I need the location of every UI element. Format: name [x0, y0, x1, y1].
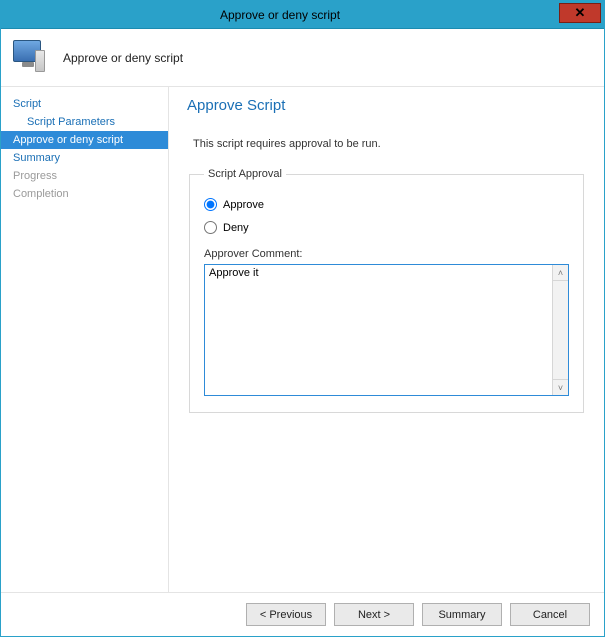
wizard-step: Progress [1, 167, 168, 185]
approver-comment-input[interactable] [205, 265, 552, 395]
wizard-content: Approve Script This script requires appr… [169, 87, 604, 592]
scroll-down-icon[interactable]: ˅ [553, 379, 568, 395]
comment-scrollbar[interactable]: ˄ ˅ [552, 265, 568, 395]
deny-radio-row[interactable]: Deny [204, 221, 569, 234]
approve-radio-row[interactable]: Approve [204, 198, 569, 211]
header-title: Approve or deny script [63, 51, 183, 65]
comment-label: Approver Comment: [204, 248, 569, 260]
page-subtext: This script requires approval to be run. [187, 138, 586, 150]
scroll-up-icon[interactable]: ˄ [553, 265, 568, 281]
wizard-footer: < Previous Next > Summary Cancel [1, 592, 604, 636]
wizard-step[interactable]: Approve or deny script [1, 131, 168, 149]
wizard-step[interactable]: Script Parameters [1, 113, 168, 131]
approve-label: Approve [223, 199, 264, 211]
deny-label: Deny [223, 222, 249, 234]
wizard-header: Approve or deny script [1, 29, 604, 87]
wizard-steps-sidebar: ScriptScript ParametersApprove or deny s… [1, 87, 169, 592]
cancel-button[interactable]: Cancel [510, 603, 590, 626]
wizard-step[interactable]: Summary [1, 149, 168, 167]
next-button[interactable]: Next > [334, 603, 414, 626]
deny-radio[interactable] [204, 221, 217, 234]
wizard-step: Completion [1, 185, 168, 203]
window-title: Approve or deny script [1, 8, 559, 22]
computer-icon [11, 38, 51, 78]
summary-button[interactable]: Summary [422, 603, 502, 626]
group-legend: Script Approval [204, 168, 286, 180]
previous-button[interactable]: < Previous [246, 603, 326, 626]
wizard-step[interactable]: Script [1, 95, 168, 113]
page-heading: Approve Script [187, 97, 586, 114]
approve-radio[interactable] [204, 198, 217, 211]
close-icon: ✕ [575, 5, 586, 21]
close-button[interactable]: ✕ [559, 3, 601, 23]
title-bar: Approve or deny script ✕ [1, 1, 604, 29]
wizard-window: Approve or deny script ✕ Approve or deny… [0, 0, 605, 637]
script-approval-group: Script Approval Approve Deny Approver Co… [189, 168, 584, 413]
comment-field-wrap: ˄ ˅ [204, 264, 569, 396]
wizard-body: ScriptScript ParametersApprove or deny s… [1, 87, 604, 592]
